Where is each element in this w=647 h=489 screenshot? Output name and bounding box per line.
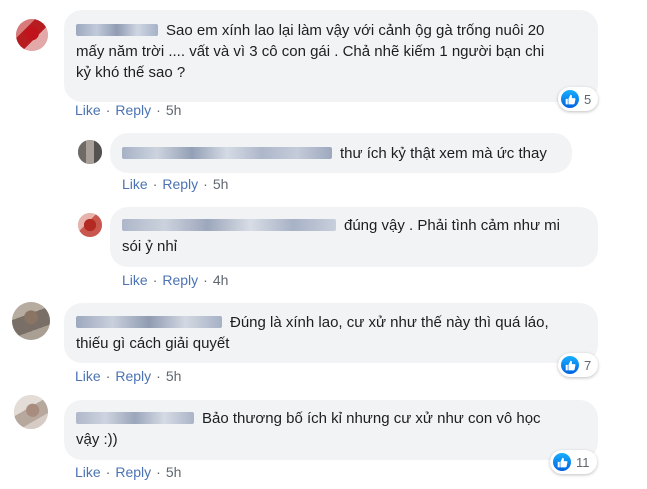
reaction-count: 5 (584, 91, 592, 107)
comment-actions: Like · Reply · 5h (122, 176, 229, 192)
timestamp[interactable]: 5h (213, 176, 229, 192)
comment-bubble: đúng vậy . Phải tình cảm như mi sói ỷ nh… (110, 207, 598, 267)
like-link[interactable]: Like (75, 102, 101, 118)
comment-bubble: Bảo thương bố ích kỉ nhưng cư xử như con… (64, 400, 598, 460)
reaction-count: 7 (584, 357, 592, 373)
author-name-blurred[interactable] (76, 412, 194, 424)
comment-actions: Like · Reply · 5h (75, 464, 182, 480)
reaction-summary[interactable]: 7 (558, 353, 599, 377)
like-thumb-icon (553, 453, 571, 471)
author-name-blurred[interactable] (76, 24, 158, 36)
like-thumb-icon (561, 90, 579, 108)
comment-text-line: vậy :)) (76, 431, 118, 448)
avatar[interactable] (16, 19, 48, 51)
reply-link[interactable]: Reply (162, 176, 198, 192)
like-link[interactable]: Like (75, 464, 101, 480)
like-link[interactable]: Like (122, 272, 148, 288)
comment-bubble: thư ích kỷ thật xem mà ức thay (110, 133, 572, 173)
avatar[interactable] (14, 395, 48, 429)
comment-text-line: Bảo thương bố ích kỉ nhưng cư xử như con… (202, 410, 541, 427)
comment-text-line: thư ích kỷ thật xem mà ức thay (340, 145, 547, 162)
timestamp[interactable]: 5h (166, 102, 182, 118)
reply-link[interactable]: Reply (115, 102, 151, 118)
reaction-summary[interactable]: 11 (550, 450, 597, 474)
avatar[interactable] (12, 302, 50, 340)
reaction-summary[interactable]: 5 (558, 87, 599, 111)
comment-text-line: Sao em xính lao lại làm vậy với cảnh ộg … (166, 22, 545, 39)
reaction-count: 11 (576, 454, 590, 470)
comment-bubble: Đúng là xính lao, cư xử như thế này thì … (64, 303, 598, 363)
comment-text-line: thiếu gì cách giải quyết (76, 335, 230, 352)
avatar[interactable] (78, 140, 102, 164)
comment-text-line: đúng vậy . Phải tình cảm như mi (344, 217, 560, 234)
comment-actions: Like · Reply · 5h (75, 368, 182, 384)
comment-text-line: sói ỷ nhỉ (122, 238, 178, 255)
like-thumb-icon (561, 356, 579, 374)
reply-link[interactable]: Reply (115, 368, 151, 384)
author-name-blurred[interactable] (122, 219, 336, 231)
timestamp[interactable]: 5h (166, 368, 182, 384)
comment-text-line: Đúng là xính lao, cư xử như thế này thì … (230, 314, 549, 331)
author-name-blurred[interactable] (122, 147, 332, 159)
timestamp[interactable]: 4h (213, 272, 229, 288)
comment-bubble: Sao em xính lao lại làm vậy với cảnh ộg … (64, 10, 598, 102)
comment-actions: Like · Reply · 5h (75, 102, 182, 118)
comment-text-line: mấy năm trời .... vất và vì 3 cô con gái… (76, 43, 545, 60)
timestamp[interactable]: 5h (166, 464, 182, 480)
avatar[interactable] (78, 213, 102, 237)
like-link[interactable]: Like (122, 176, 148, 192)
comment-actions: Like · Reply · 4h (122, 272, 229, 288)
comment-text-line: kỷ khó thế sao ? (76, 64, 186, 81)
reply-link[interactable]: Reply (162, 272, 198, 288)
author-name-blurred[interactable] (76, 316, 222, 328)
like-link[interactable]: Like (75, 368, 101, 384)
reply-link[interactable]: Reply (115, 464, 151, 480)
